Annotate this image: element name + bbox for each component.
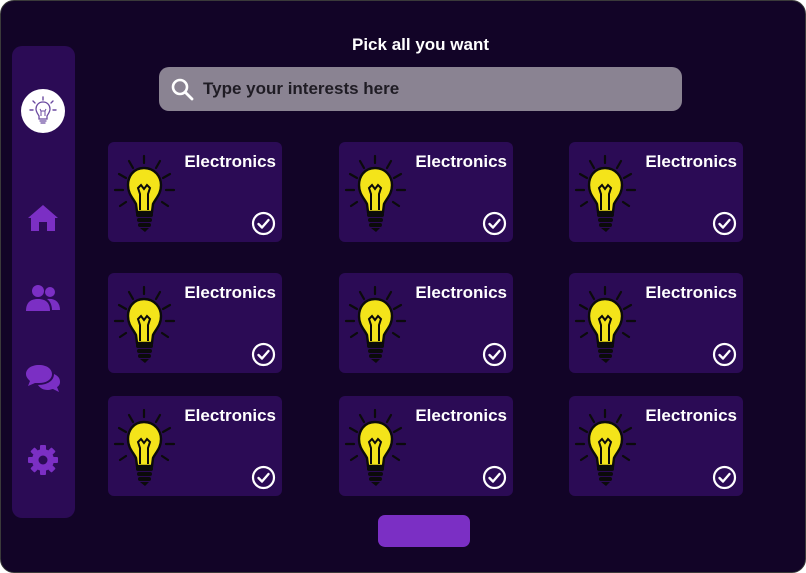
interest-card-1[interactable]: Electronics — [108, 142, 282, 242]
check-circle-icon[interactable] — [712, 342, 737, 367]
lightbulb-icon — [344, 285, 407, 363]
lightbulb-icon — [574, 408, 637, 486]
home-icon[interactable] — [25, 200, 61, 236]
gear-icon[interactable] — [25, 442, 61, 478]
continue-button[interactable] — [378, 515, 470, 547]
card-label: Electronics — [645, 406, 737, 425]
interest-card-8[interactable]: Electronics — [339, 396, 513, 496]
sidebar — [12, 46, 75, 518]
interest-card-7[interactable]: Electronics — [108, 396, 282, 496]
app-frame: Pick all you want Type your interests he… — [0, 0, 806, 573]
lightbulb-icon — [113, 154, 176, 232]
users-icon[interactable] — [25, 280, 61, 316]
card-label: Electronics — [415, 283, 507, 302]
check-circle-icon[interactable] — [251, 465, 276, 490]
lightbulb-icon — [113, 285, 176, 363]
card-label: Electronics — [415, 406, 507, 425]
lightbulb-icon — [344, 154, 407, 232]
interest-card-4[interactable]: Electronics — [108, 273, 282, 373]
check-circle-icon[interactable] — [482, 211, 507, 236]
interest-card-5[interactable]: Electronics — [339, 273, 513, 373]
card-label: Electronics — [184, 152, 276, 171]
check-circle-icon[interactable] — [482, 465, 507, 490]
check-circle-icon[interactable] — [482, 342, 507, 367]
card-label: Electronics — [184, 406, 276, 425]
lightbulb-icon — [113, 408, 176, 486]
search-icon[interactable] — [169, 76, 195, 102]
check-circle-icon[interactable] — [251, 211, 276, 236]
search-input[interactable] — [201, 78, 665, 100]
card-label: Electronics — [645, 152, 737, 171]
page-title: Pick all you want — [352, 35, 489, 54]
interest-card-9[interactable]: Electronics — [569, 396, 743, 496]
check-circle-icon[interactable] — [251, 342, 276, 367]
interest-card-3[interactable]: Electronics — [569, 142, 743, 242]
check-circle-icon[interactable] — [712, 211, 737, 236]
chat-icon[interactable] — [25, 360, 61, 396]
card-label: Electronics — [415, 152, 507, 171]
search-bar[interactable] — [159, 67, 682, 111]
interest-card-2[interactable]: Electronics — [339, 142, 513, 242]
lightbulb-icon — [574, 154, 637, 232]
check-circle-icon[interactable] — [712, 465, 737, 490]
lightbulb-logo-icon[interactable] — [21, 89, 65, 133]
card-label: Electronics — [645, 283, 737, 302]
interest-card-6[interactable]: Electronics — [569, 273, 743, 373]
card-label: Electronics — [184, 283, 276, 302]
lightbulb-icon — [344, 408, 407, 486]
lightbulb-icon — [574, 285, 637, 363]
